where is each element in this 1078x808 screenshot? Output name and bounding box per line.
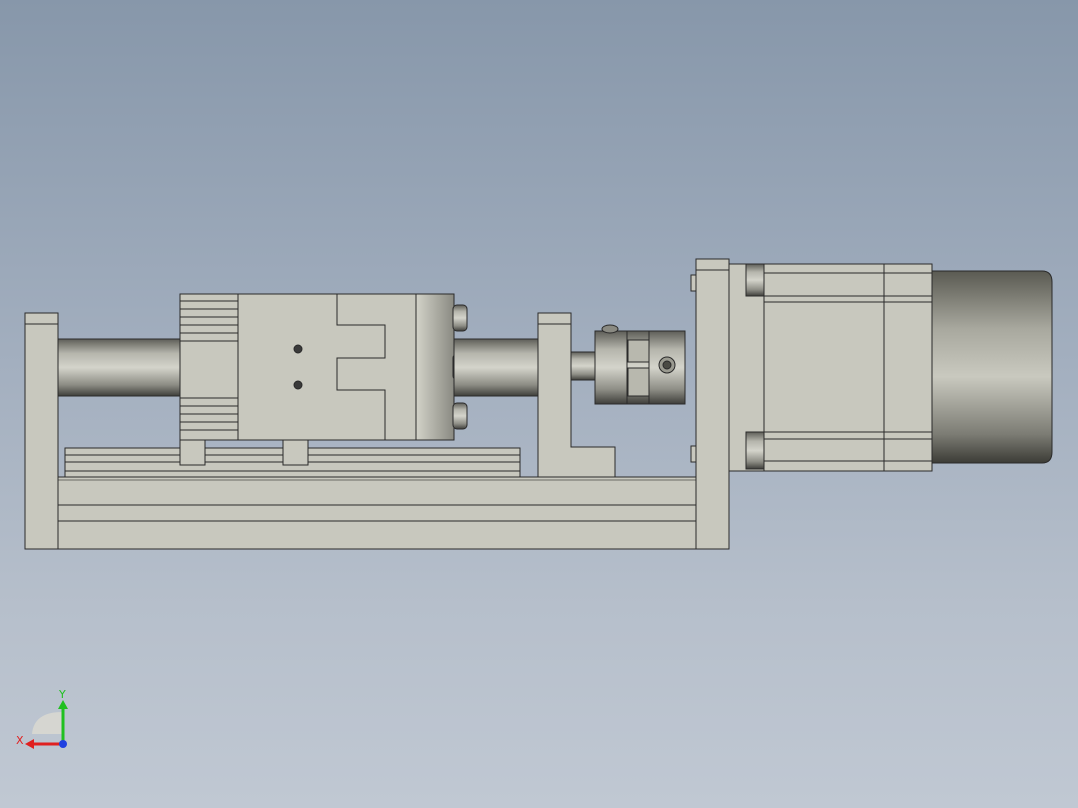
screw-icon: [293, 380, 303, 390]
shaft: [570, 351, 598, 381]
shaft-coupling[interactable]: [594, 324, 686, 405]
push-rod: [453, 338, 541, 397]
screw-icon: [293, 344, 303, 354]
z-axis-dot: [59, 740, 67, 748]
stepper-motor[interactable]: [728, 263, 933, 472]
linear-actuator-model[interactable]: [0, 0, 1078, 808]
motor-end-cap: [931, 270, 1053, 464]
base-rail: [57, 476, 697, 550]
left-guide-rod: [57, 338, 183, 397]
bolt-head: [452, 402, 468, 430]
left-end-plate: [24, 312, 59, 550]
cad-viewport[interactable]: X Y: [0, 0, 1078, 808]
y-axis-label: Y: [58, 688, 66, 701]
carriage-flange: [415, 293, 455, 441]
coordinate-triad-icon[interactable]: X Y: [12, 684, 82, 754]
bolt-head: [452, 304, 468, 332]
x-axis-label: X: [16, 734, 24, 747]
carriage-block[interactable]: [179, 293, 419, 466]
